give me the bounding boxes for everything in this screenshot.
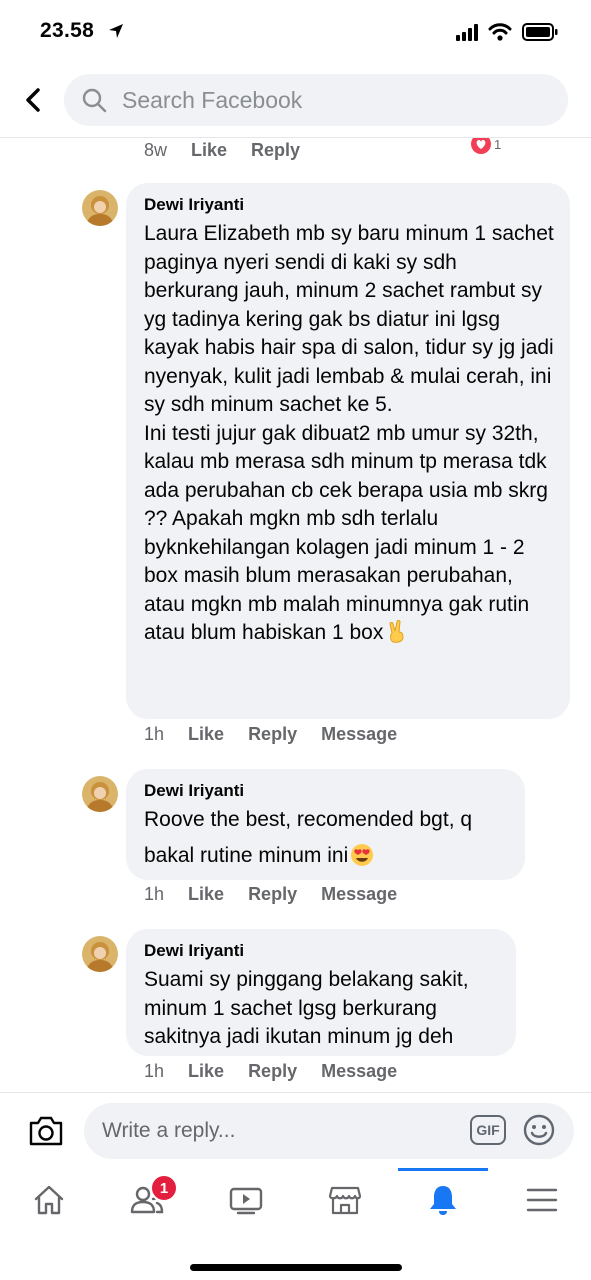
comment-bubble[interactable]: Dewi Iriyanti Laura Elizabeth mb sy baru… [126, 183, 570, 719]
comment-author[interactable]: Dewi Iriyanti [144, 195, 554, 215]
avatar-photo [82, 776, 118, 812]
gif-button[interactable]: GIF [470, 1115, 506, 1145]
message-button[interactable]: Message [321, 1061, 397, 1082]
comment-actions: 1h Like Reply Message [144, 1061, 421, 1082]
reply-placeholder: Write a reply... [102, 1119, 236, 1142]
reply-composer: Write a reply... GIF [0, 1092, 591, 1168]
comment-author[interactable]: Dewi Iriyanti [144, 941, 500, 961]
like-button[interactable]: Like [188, 884, 224, 905]
avatar[interactable] [82, 936, 118, 972]
reaction-count: 1 [494, 138, 502, 152]
avatar[interactable] [82, 776, 118, 812]
message-button[interactable]: Message [321, 884, 397, 905]
tab-friends[interactable] [98, 1168, 196, 1232]
location-arrow-icon [109, 24, 123, 38]
reaction-summary[interactable]: 1 [470, 138, 501, 156]
reply-button[interactable]: Reply [248, 884, 297, 905]
reply-button[interactable]: Reply [251, 140, 300, 161]
comment-age: 8w [144, 140, 168, 160]
comment-text: Roove the best, recomended bgt, q bakal … [144, 808, 478, 867]
comment-text: Suami sy pinggang belakang sakit, minum … [144, 968, 475, 1048]
comment-author[interactable]: Dewi Iriyanti [144, 781, 509, 801]
like-button[interactable]: Like [188, 1061, 224, 1082]
comment-bubble[interactable]: Dewi Iriyanti Roove the best, recomended… [126, 769, 525, 880]
reply-button[interactable]: Reply [248, 724, 297, 745]
reply-button[interactable]: Reply [248, 1061, 297, 1082]
avatar-photo [82, 190, 118, 226]
cellular-signal-icon [456, 24, 478, 41]
battery-icon [522, 23, 558, 41]
search-icon [82, 88, 107, 113]
emoji-picker-icon[interactable] [522, 1113, 556, 1147]
watch-video-icon [229, 1187, 263, 1215]
comment-age: 1h [144, 884, 165, 904]
like-button[interactable]: Like [191, 140, 227, 161]
comment-bubble[interactable]: Dewi Iriyanti Suami sy pinggang belakang… [126, 929, 516, 1056]
tab-marketplace[interactable] [296, 1168, 394, 1232]
comment-text: Laura Elizabeth mb sy baru minum 1 sache… [144, 222, 554, 644]
avatar[interactable] [82, 190, 118, 226]
comment-age: 1h [144, 724, 165, 744]
home-indicator [190, 1264, 402, 1271]
status-bar: 23.58 [0, 0, 591, 64]
message-button[interactable]: Message [321, 724, 397, 745]
home-icon [34, 1185, 64, 1215]
wifi-icon [488, 23, 512, 41]
marketplace-store-icon [328, 1186, 362, 1215]
search-bar[interactable]: Search Facebook [64, 74, 568, 126]
back-arrow-icon[interactable] [18, 82, 50, 118]
love-reaction-icon [471, 138, 491, 154]
comment-thread: 8w Like Reply 1 Dewi Iriyanti Laura Eliz… [0, 138, 591, 1092]
heart-eyes-emoji-icon [351, 844, 374, 866]
comment-actions: 1h Like Reply Message [144, 884, 421, 905]
tab-watch[interactable] [197, 1168, 295, 1232]
tab-notifications[interactable] [394, 1168, 492, 1232]
friends-notification-badge: 1 [150, 1174, 178, 1202]
bottom-tab-bar: 1 [0, 1168, 591, 1280]
menu-hamburger-icon [526, 1188, 558, 1212]
camera-icon[interactable] [28, 1115, 64, 1147]
reply-input[interactable]: Write a reply... GIF [84, 1103, 574, 1159]
search-placeholder: Search Facebook [122, 87, 303, 113]
prev-comment-actions: 8w Like Reply [144, 140, 324, 161]
like-button[interactable]: Like [188, 724, 224, 745]
tab-menu[interactable] [493, 1168, 591, 1232]
notifications-bell-icon [430, 1186, 456, 1215]
status-time: 23.58 [40, 19, 95, 42]
avatar-photo [82, 936, 118, 972]
victory-hand-emoji-icon [389, 620, 404, 643]
tab-home[interactable] [0, 1168, 98, 1232]
comment-age: 1h [144, 1061, 165, 1081]
comment-actions: 1h Like Reply Message [144, 724, 421, 745]
search-header: Search Facebook [0, 64, 591, 138]
